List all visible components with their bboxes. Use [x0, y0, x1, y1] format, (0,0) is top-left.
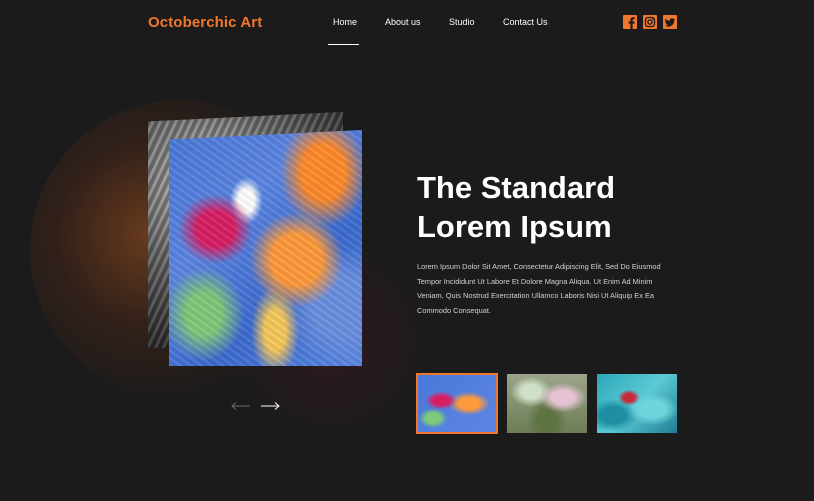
- arrow-right-icon[interactable]: [260, 398, 280, 416]
- twitter-icon[interactable]: [663, 15, 677, 29]
- brand-logo[interactable]: Octoberchic Art: [148, 14, 262, 31]
- arrow-left-icon[interactable]: [231, 398, 251, 416]
- nav-item-home[interactable]: Home: [333, 17, 357, 27]
- thumbnail-abstract-colorful-painting[interactable]: [416, 373, 498, 434]
- thumbnail-blossom-tree-painting[interactable]: [507, 374, 587, 433]
- painting-front-featured: [169, 130, 362, 366]
- thumbnail-teal-abstract-painting[interactable]: [597, 374, 677, 433]
- hero-title: The Standard Lorem Ipsum: [417, 168, 717, 246]
- hero-title-line-2: Lorem Ipsum: [417, 209, 612, 244]
- instagram-icon[interactable]: [643, 15, 657, 29]
- nav-item-contact-us[interactable]: Contact Us: [503, 17, 548, 27]
- hero-title-line-1: The Standard: [417, 170, 616, 205]
- site-header: Octoberchic Art Home About us Studio Con…: [0, 0, 814, 46]
- facebook-icon[interactable]: [623, 15, 637, 29]
- active-nav-underline: [328, 44, 359, 45]
- nav-item-studio[interactable]: Studio: [449, 17, 475, 27]
- hero-description: Lorem Ipsum Dolor Sit Amet, Consectetur …: [417, 262, 661, 315]
- nav-item-about-us[interactable]: About us: [385, 17, 421, 27]
